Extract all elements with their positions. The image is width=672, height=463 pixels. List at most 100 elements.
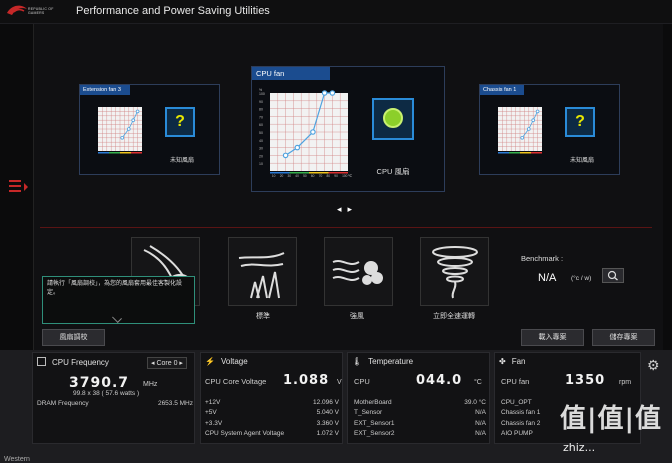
app-title: Performance and Power Saving Utilities <box>76 5 270 17</box>
divider-line <box>40 227 652 228</box>
temperature-color-bar <box>509 152 520 154</box>
fan-row-label: Chassis fan 2 <box>501 420 541 427</box>
y-tick-label: 80 <box>259 108 263 112</box>
thermometer-icon: 🌡 <box>352 357 363 366</box>
x-unit-label: ℃ <box>348 174 352 178</box>
fan-row-label: AIO PUMP <box>501 430 533 437</box>
cpu-frequency-panel: CPU Frequency ◂ Core 0 ▸ 3790.7 MHz 99.8… <box>32 352 195 444</box>
fan-curve-chart[interactable] <box>490 103 546 157</box>
dram-frequency-label: DRAM Frequency <box>37 400 89 407</box>
dram-frequency-value: 2653.5 MHz <box>157 400 193 407</box>
y-tick-label: 100 <box>259 92 265 96</box>
fan-row-label: CPU_OPT <box>501 399 532 406</box>
fan-case-label: CPU 風扇 <box>376 167 410 176</box>
prev-arrow-icon[interactable]: ◂ <box>337 204 348 214</box>
y-tick-label: 50 <box>259 131 263 135</box>
fan-tuning-button[interactable]: 風扇調校 <box>42 329 105 346</box>
temperature-color-bar <box>120 152 131 154</box>
x-tick-label: 30 <box>288 174 292 178</box>
fan-card-chassis-fan-1[interactable]: Chassis fan 1 ? 未知風扇 <box>479 84 620 175</box>
next-arrow-icon[interactable]: ▸ <box>348 204 359 214</box>
voltage-row-value: 5.040 V <box>316 409 339 416</box>
mode-turbo-button[interactable] <box>324 237 393 306</box>
voltage-row-value: 12.096 V <box>312 399 339 406</box>
load-profile-button[interactable]: 載入專案 <box>521 329 584 346</box>
x-tick-label: 100 <box>342 174 348 178</box>
cpu-fan-speed-value: 1350 <box>565 373 606 388</box>
fan-row-label: Chassis fan 1 <box>501 409 541 416</box>
cpu-fan-label: CPU fan <box>501 377 530 386</box>
title-bar: REPUBLIC OF GAMERS Performance and Power … <box>0 0 672 24</box>
fan-curve-point <box>520 135 525 140</box>
case-question-icon: ? <box>165 107 195 137</box>
benchmark-search-button[interactable] <box>602 268 624 283</box>
standard-mode-icon <box>238 252 285 299</box>
x-tick-label: 10 <box>272 174 276 178</box>
voltage-row-value: 1.072 V <box>316 430 339 437</box>
cpu-fan-case-icon <box>372 98 414 140</box>
mode-full-speed-button[interactable] <box>420 237 489 306</box>
fan-curve-point <box>321 90 328 96</box>
settings-gear-icon[interactable]: ⚙ <box>647 357 660 374</box>
footer-text: Western <box>4 456 30 463</box>
cpu-frequency-unit: MHz <box>143 381 158 388</box>
core-select[interactable]: ◂ Core 0 ▸ <box>147 357 187 369</box>
mode-standard-button[interactable] <box>228 237 297 306</box>
fan-curve-chart[interactable] <box>90 103 146 157</box>
voltage-row-label: +3.3V <box>205 420 223 427</box>
fan-case-label: 未知風扇 <box>569 158 594 164</box>
panel-header: ⚡ Voltage <box>205 357 248 366</box>
voltage-panel: ⚡ Voltage CPU Core Voltage 1.088 V +12V 1… <box>200 352 343 444</box>
temperature-color-bar <box>520 152 531 154</box>
panel-header: 🌡 Temperature <box>352 357 414 366</box>
benchmark-value: N/A <box>538 272 557 284</box>
cpu-temperature-unit: °C <box>474 379 482 386</box>
y-tick-label: 90 <box>259 100 263 104</box>
x-tick-label: 90 <box>334 174 338 178</box>
mode-standard-label: 標準 <box>256 313 270 320</box>
fan-card-title: Chassis fan 1 <box>480 85 524 95</box>
fan-card-title: CPU fan <box>252 67 330 80</box>
fan-curve-point <box>526 127 531 131</box>
temp-row-label: EXT_Sensor1 <box>354 420 395 427</box>
y-tick-label: 10 <box>259 162 263 166</box>
rog-eye-icon <box>7 5 27 15</box>
cpu-core-voltage-unit: V <box>337 379 342 386</box>
temp-row-label: MotherBoard <box>354 399 392 406</box>
sidebar-menu-toggle[interactable] <box>9 180 28 194</box>
temperature-color-bar <box>98 152 109 154</box>
magnify-icon <box>607 270 618 281</box>
cpu-fan-speed-unit: rpm <box>619 379 632 386</box>
y-tick-label: 40 <box>259 139 263 143</box>
x-tick-label: 50 <box>303 174 307 178</box>
fan-curve-point <box>294 144 301 151</box>
cpu-temperature-label: CPU <box>354 377 370 386</box>
fan-card-pager[interactable]: ◂▸ <box>337 204 358 215</box>
cpu-core-voltage-label: CPU Core Voltage <box>205 377 267 386</box>
cpu-frequency-value: 3790.7 <box>69 375 130 391</box>
y-tick-label: 30 <box>259 147 263 151</box>
save-profile-button[interactable]: 儲存專案 <box>592 329 655 346</box>
temperature-color-bar <box>498 152 509 154</box>
fan-curve-point <box>310 129 316 135</box>
tooltip-text: 請執行「風扇調校」，為您的風扇套用最佳客製化設定。 <box>47 281 183 296</box>
lightning-icon: ⚡ <box>205 357 215 366</box>
x-tick-label: 20 <box>280 174 284 178</box>
voltage-row-value: 3.360 V <box>316 420 339 427</box>
temp-row-label: T_Sensor <box>354 409 383 416</box>
chevron-down-icon[interactable] <box>112 313 122 323</box>
turbo-mode-icon <box>332 260 383 285</box>
temp-row-value: N/A <box>475 409 486 416</box>
voltage-row-label: +12V <box>205 399 221 406</box>
fan-curve-chart[interactable]: %10090807060504030201010 20 30 40 50 60 70 80 90… <box>258 87 352 181</box>
x-tick-label: 40 <box>295 174 299 178</box>
voltage-row-label: +5V <box>205 409 217 416</box>
panel-header: ✤ Fan <box>499 357 526 366</box>
fan-card-extension-fan-3[interactable]: Extension fan 3 ? 未知風扇 <box>79 84 220 175</box>
panel-header: CPU Frequency <box>37 357 109 367</box>
x-tick-label: 60 <box>311 174 315 178</box>
watermark-logo: 值|值|值 <box>560 404 662 434</box>
mode-turbo-label: 強風 <box>350 313 364 320</box>
fan-curve-point <box>282 152 289 159</box>
fan-card-cpu-fan[interactable]: CPU fan % 100 90 80 70 60 50 40 30 20 10 10 20 30 40 50… <box>251 66 445 192</box>
